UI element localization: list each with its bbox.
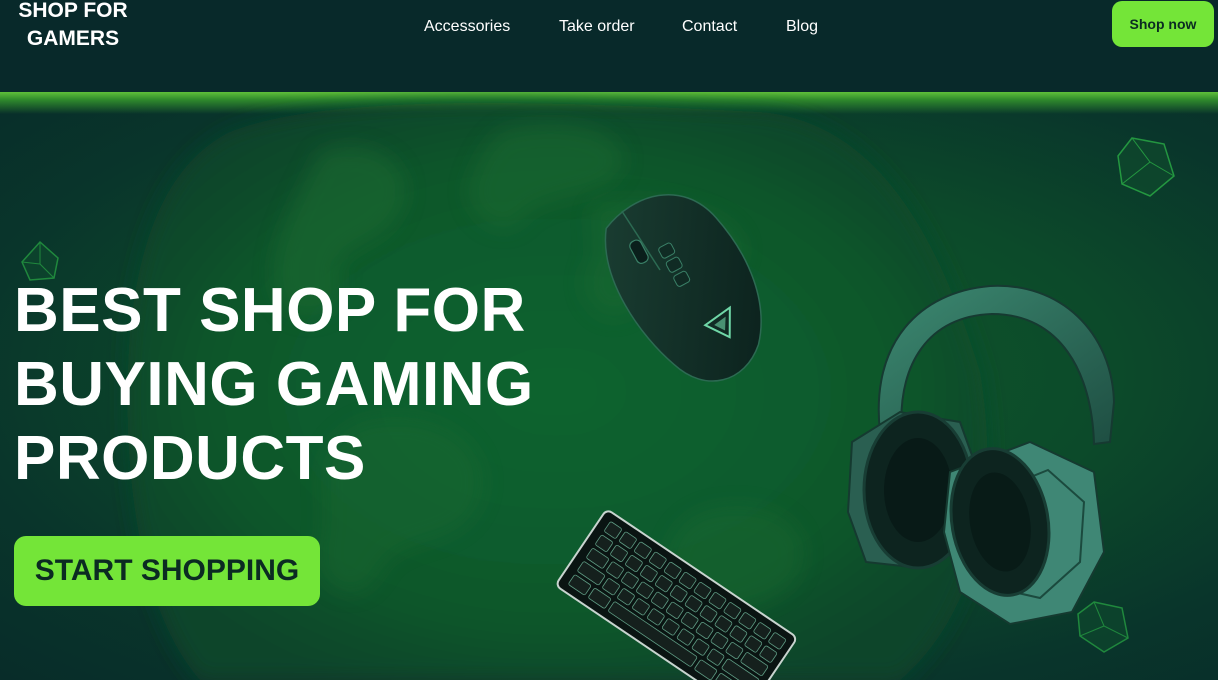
hero-headline-line: PRODUCTS bbox=[14, 424, 366, 493]
nav-link-contact[interactable]: Contact bbox=[682, 17, 737, 37]
hero-headline-line: BUYING GAMING bbox=[14, 350, 534, 419]
start-shopping-button[interactable]: START SHOPPING bbox=[14, 536, 320, 606]
hero-headline: BEST SHOP FOR BUYING GAMING PRODUCTS bbox=[14, 274, 574, 496]
nav-link-blog[interactable]: Blog bbox=[786, 17, 818, 37]
logo-line-2: GAMERS bbox=[26, 27, 120, 50]
hero-section: BEST SHOP FOR BUYING GAMING PRODUCTS STA… bbox=[0, 92, 1218, 680]
site-header: SHOP FOR GAMERS Accessories Take order C… bbox=[0, 0, 1218, 92]
logo-line-1: SHOP FOR bbox=[18, 0, 128, 22]
page: SHOP FOR GAMERS Accessories Take order C… bbox=[0, 0, 1218, 680]
shop-now-button[interactable]: Shop now bbox=[1112, 1, 1214, 47]
logo[interactable]: SHOP FOR GAMERS bbox=[14, 0, 132, 53]
nav-link-accessories[interactable]: Accessories bbox=[424, 17, 510, 37]
nav-link-take-order[interactable]: Take order bbox=[559, 17, 635, 37]
hero-headline-line: BEST SHOP FOR bbox=[14, 276, 526, 345]
